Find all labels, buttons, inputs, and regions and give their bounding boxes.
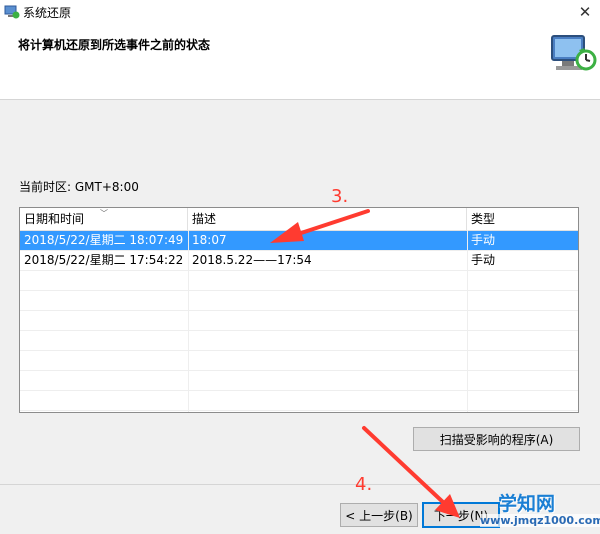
empty-row bbox=[20, 371, 578, 391]
table-header: ﹀ 日期和时间 描述 类型 bbox=[20, 208, 578, 231]
system-restore-app-icon bbox=[4, 4, 20, 20]
window-title: 系统还原 bbox=[23, 6, 72, 20]
empty-row bbox=[20, 271, 578, 291]
empty-row bbox=[20, 351, 578, 371]
step-3-annotation: 3. bbox=[331, 186, 349, 207]
column-divider bbox=[467, 230, 468, 412]
watermark-url: www.jmqz1000.com bbox=[480, 514, 600, 527]
empty-row bbox=[20, 331, 578, 351]
table-row[interactable]: 2018/5/22/星期二 18:07:49 18:07 手动 bbox=[20, 231, 578, 251]
empty-row bbox=[20, 291, 578, 311]
back-button[interactable]: < 上一步(B) bbox=[340, 503, 418, 527]
cell-datetime: 2018/5/22/星期二 18:07:49 bbox=[24, 233, 184, 247]
column-header-type[interactable]: 类型 bbox=[467, 208, 578, 230]
cell-type: 手动 bbox=[471, 233, 496, 247]
title-bar: 系统还原 ✕ bbox=[0, 0, 600, 24]
column-divider bbox=[188, 230, 189, 412]
close-icon[interactable]: ✕ bbox=[570, 0, 600, 24]
system-restore-icon bbox=[548, 30, 598, 80]
empty-row bbox=[20, 391, 578, 411]
step-4-annotation: 4. bbox=[355, 474, 373, 495]
column-type-label: 类型 bbox=[471, 212, 496, 226]
header-panel: 将计算机还原到所选事件之前的状态 bbox=[0, 24, 600, 100]
scan-affected-programs-button[interactable]: 扫描受影响的程序(A) bbox=[413, 427, 580, 451]
timezone-label: 当前时区: GMT+8:00 bbox=[19, 180, 139, 194]
watermark-logo: 学知网 bbox=[498, 493, 556, 515]
footer-divider bbox=[0, 484, 600, 485]
column-datetime-label: 日期和时间 bbox=[24, 212, 85, 226]
cell-description: 2018.5.22——17:54 bbox=[192, 253, 312, 267]
cell-type: 手动 bbox=[471, 253, 496, 267]
empty-row bbox=[20, 311, 578, 331]
column-description-label: 描述 bbox=[192, 212, 217, 226]
sort-chevron-icon: ﹀ bbox=[100, 209, 108, 218]
table-row[interactable]: 2018/5/22/星期二 17:54:22 2018.5.22——17:54 … bbox=[20, 251, 578, 271]
restore-point-table[interactable]: ﹀ 日期和时间 描述 类型 2018/5/22/星期二 18:07:49 18:… bbox=[19, 207, 579, 413]
column-header-description[interactable]: 描述 bbox=[188, 208, 467, 230]
page-title: 将计算机还原到所选事件之前的状态 bbox=[18, 38, 211, 52]
cell-description: 18:07 bbox=[192, 233, 227, 247]
cell-datetime: 2018/5/22/星期二 17:54:22 bbox=[24, 253, 184, 267]
column-header-datetime[interactable]: ﹀ 日期和时间 bbox=[20, 208, 188, 230]
